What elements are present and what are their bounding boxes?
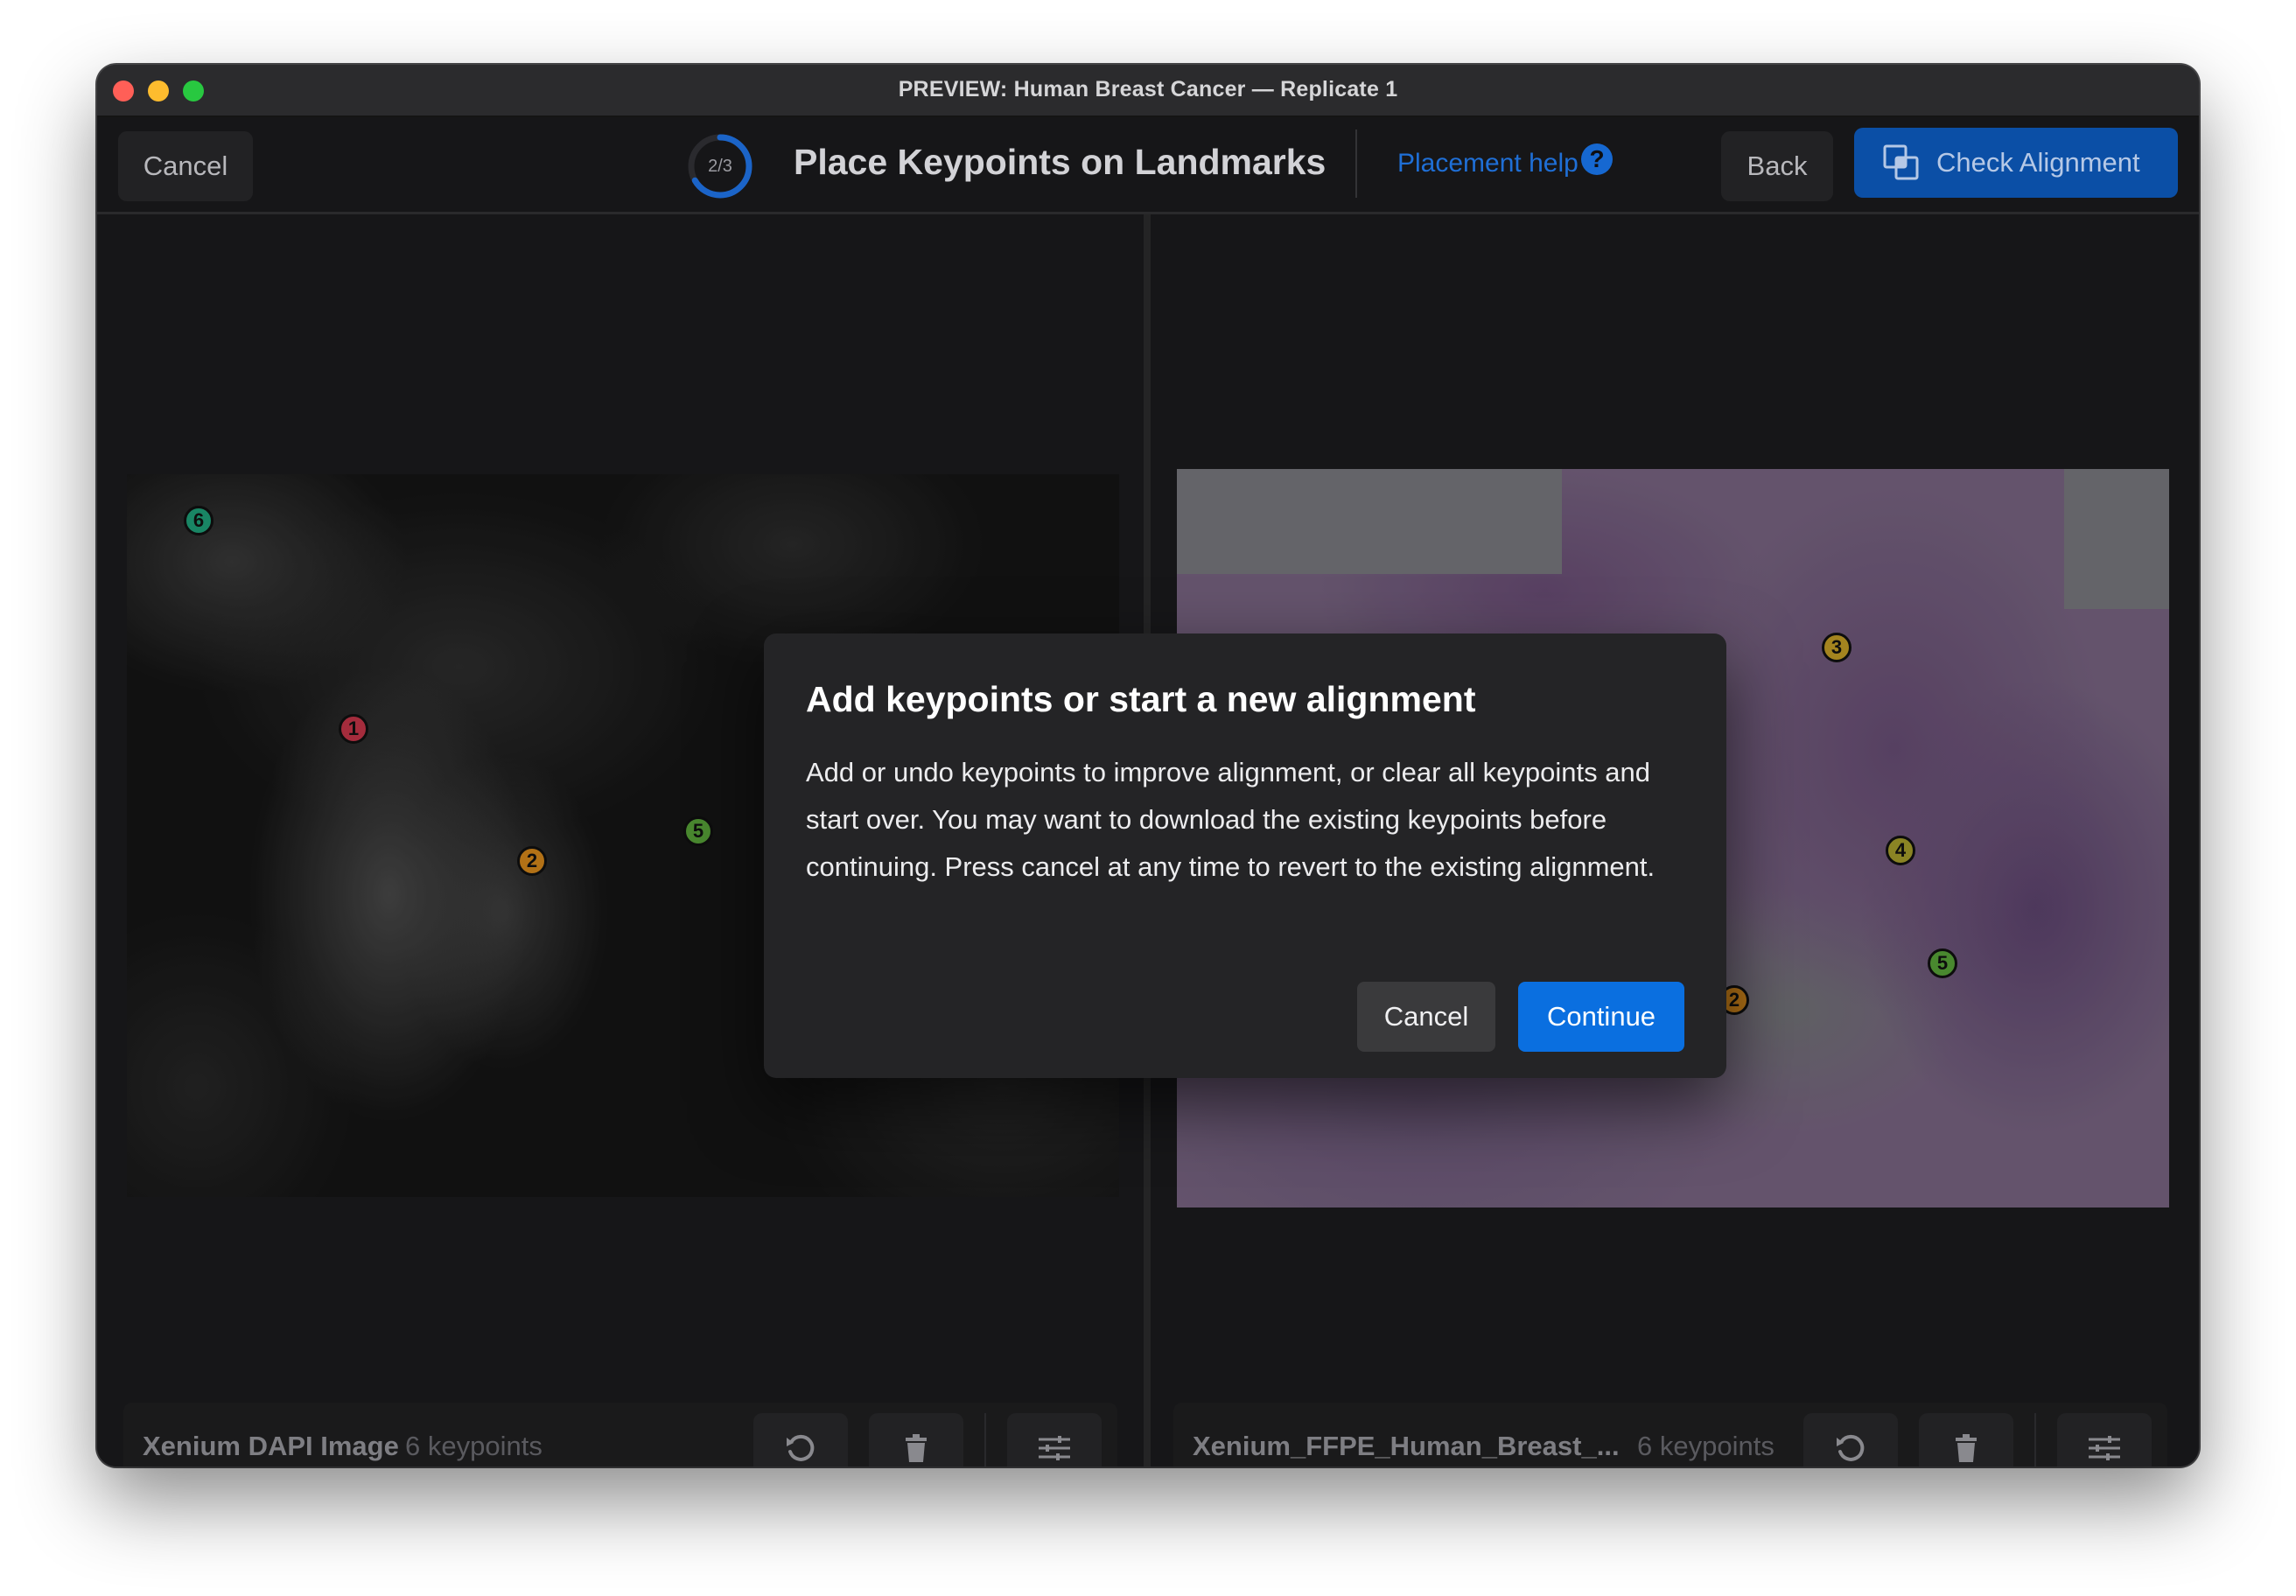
- confirm-dialog: Add keypoints or start a new alignment A…: [764, 634, 1726, 1078]
- toolbar-divider: [1355, 130, 1357, 198]
- check-alignment-button[interactable]: Check Alignment: [1854, 128, 2178, 198]
- check-alignment-label: Check Alignment: [1936, 147, 2140, 178]
- page-title: Place Keypoints on Landmarks: [794, 142, 1326, 182]
- cancel-button[interactable]: Cancel: [118, 131, 253, 201]
- title-bar: PREVIEW: Human Breast Cancer — Replicate…: [97, 65, 2199, 117]
- dialog-continue-button[interactable]: Continue: [1518, 982, 1684, 1052]
- dialog-cancel-button[interactable]: Cancel: [1357, 982, 1495, 1052]
- dialog-message: Add or undo keypoints to improve alignme…: [806, 757, 1656, 882]
- dialog-title: Add keypoints or start a new alignment: [806, 679, 1476, 719]
- toolbar: Cancel 2/3 Place Keypoints on Landmarks …: [97, 117, 2199, 214]
- help-icon[interactable]: ?: [1581, 144, 1613, 175]
- app-window: PREVIEW: Human Breast Cancer — Replicate…: [97, 65, 2199, 1466]
- window-title: PREVIEW: Human Breast Cancer — Replicate…: [898, 77, 1398, 102]
- overlap-squares-icon: [1883, 144, 1919, 180]
- placement-help-link[interactable]: Placement help: [1397, 149, 1578, 178]
- back-button[interactable]: Back: [1721, 131, 1833, 201]
- step-indicator: 2/3: [708, 156, 732, 176]
